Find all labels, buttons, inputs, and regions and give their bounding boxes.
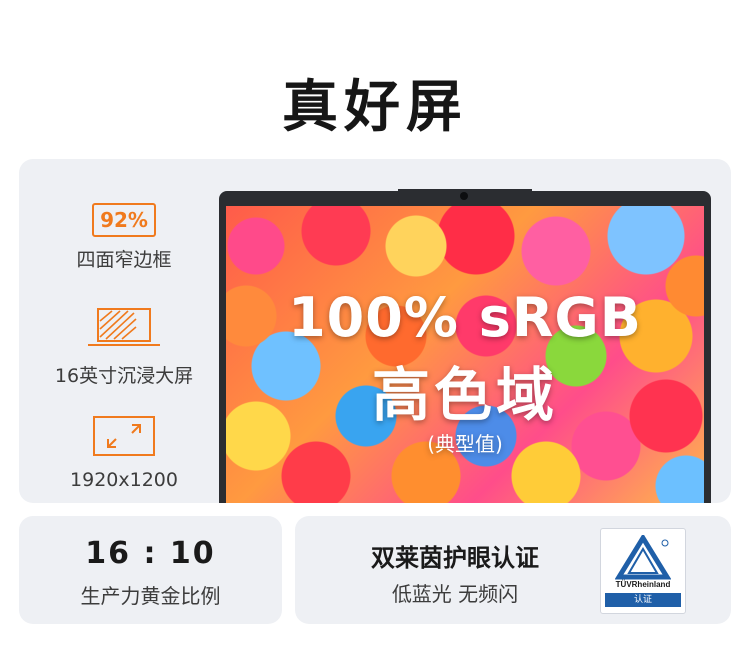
tuv-certification-badge: TÜVRheinland 认证 bbox=[600, 528, 686, 614]
feature-screen-size-label: 16英寸沉浸大屏 bbox=[54, 365, 194, 387]
eye-care-subtitle: 低蓝光 无频闪 bbox=[391, 582, 519, 606]
color-balls-display: 100% sRGB 高色域 (典型值) bbox=[226, 206, 704, 503]
tuv-band: 认证 bbox=[605, 593, 681, 607]
aspect-ratio-label: 生产力黄金比例 bbox=[80, 584, 221, 608]
bezel-percent-badge: 92% bbox=[92, 203, 156, 237]
feature-screen-size: 16英寸沉浸大屏 bbox=[34, 307, 214, 388]
feature-bezel: 92% 四面窄边框 bbox=[34, 203, 214, 272]
aspect-ratio-card: 16 : 10 生产力黄金比例 bbox=[19, 516, 282, 624]
feature-bezel-label: 四面窄边框 bbox=[76, 249, 172, 271]
feature-resolution: 1920x1200 bbox=[34, 415, 214, 491]
tuv-name: TÜVRheinland bbox=[615, 580, 671, 589]
aspect-ratio-value: 16 : 10 bbox=[85, 536, 216, 571]
webcam-notch bbox=[398, 189, 532, 207]
page-title: 真好屏 bbox=[282, 75, 468, 140]
laptop-screen: 100% sRGB 高色域 (典型值) bbox=[219, 189, 711, 503]
tuv-triangle-icon bbox=[615, 535, 671, 580]
webcam-icon bbox=[460, 192, 468, 200]
typical-value-note: (典型值) bbox=[427, 432, 503, 456]
eye-care-title: 双莱茵护眼认证 bbox=[371, 544, 539, 572]
screen-size-icon bbox=[88, 308, 160, 346]
feature-resolution-label: 1920x1200 bbox=[70, 469, 178, 491]
srgb-headline: 100% sRGB bbox=[288, 286, 642, 349]
resolution-expand-icon bbox=[93, 416, 155, 456]
eye-care-card: 双莱茵护眼认证 低蓝光 无频闪 TÜVRheinland 认证 bbox=[295, 516, 731, 624]
gamut-subheadline: 高色域 bbox=[371, 361, 558, 429]
